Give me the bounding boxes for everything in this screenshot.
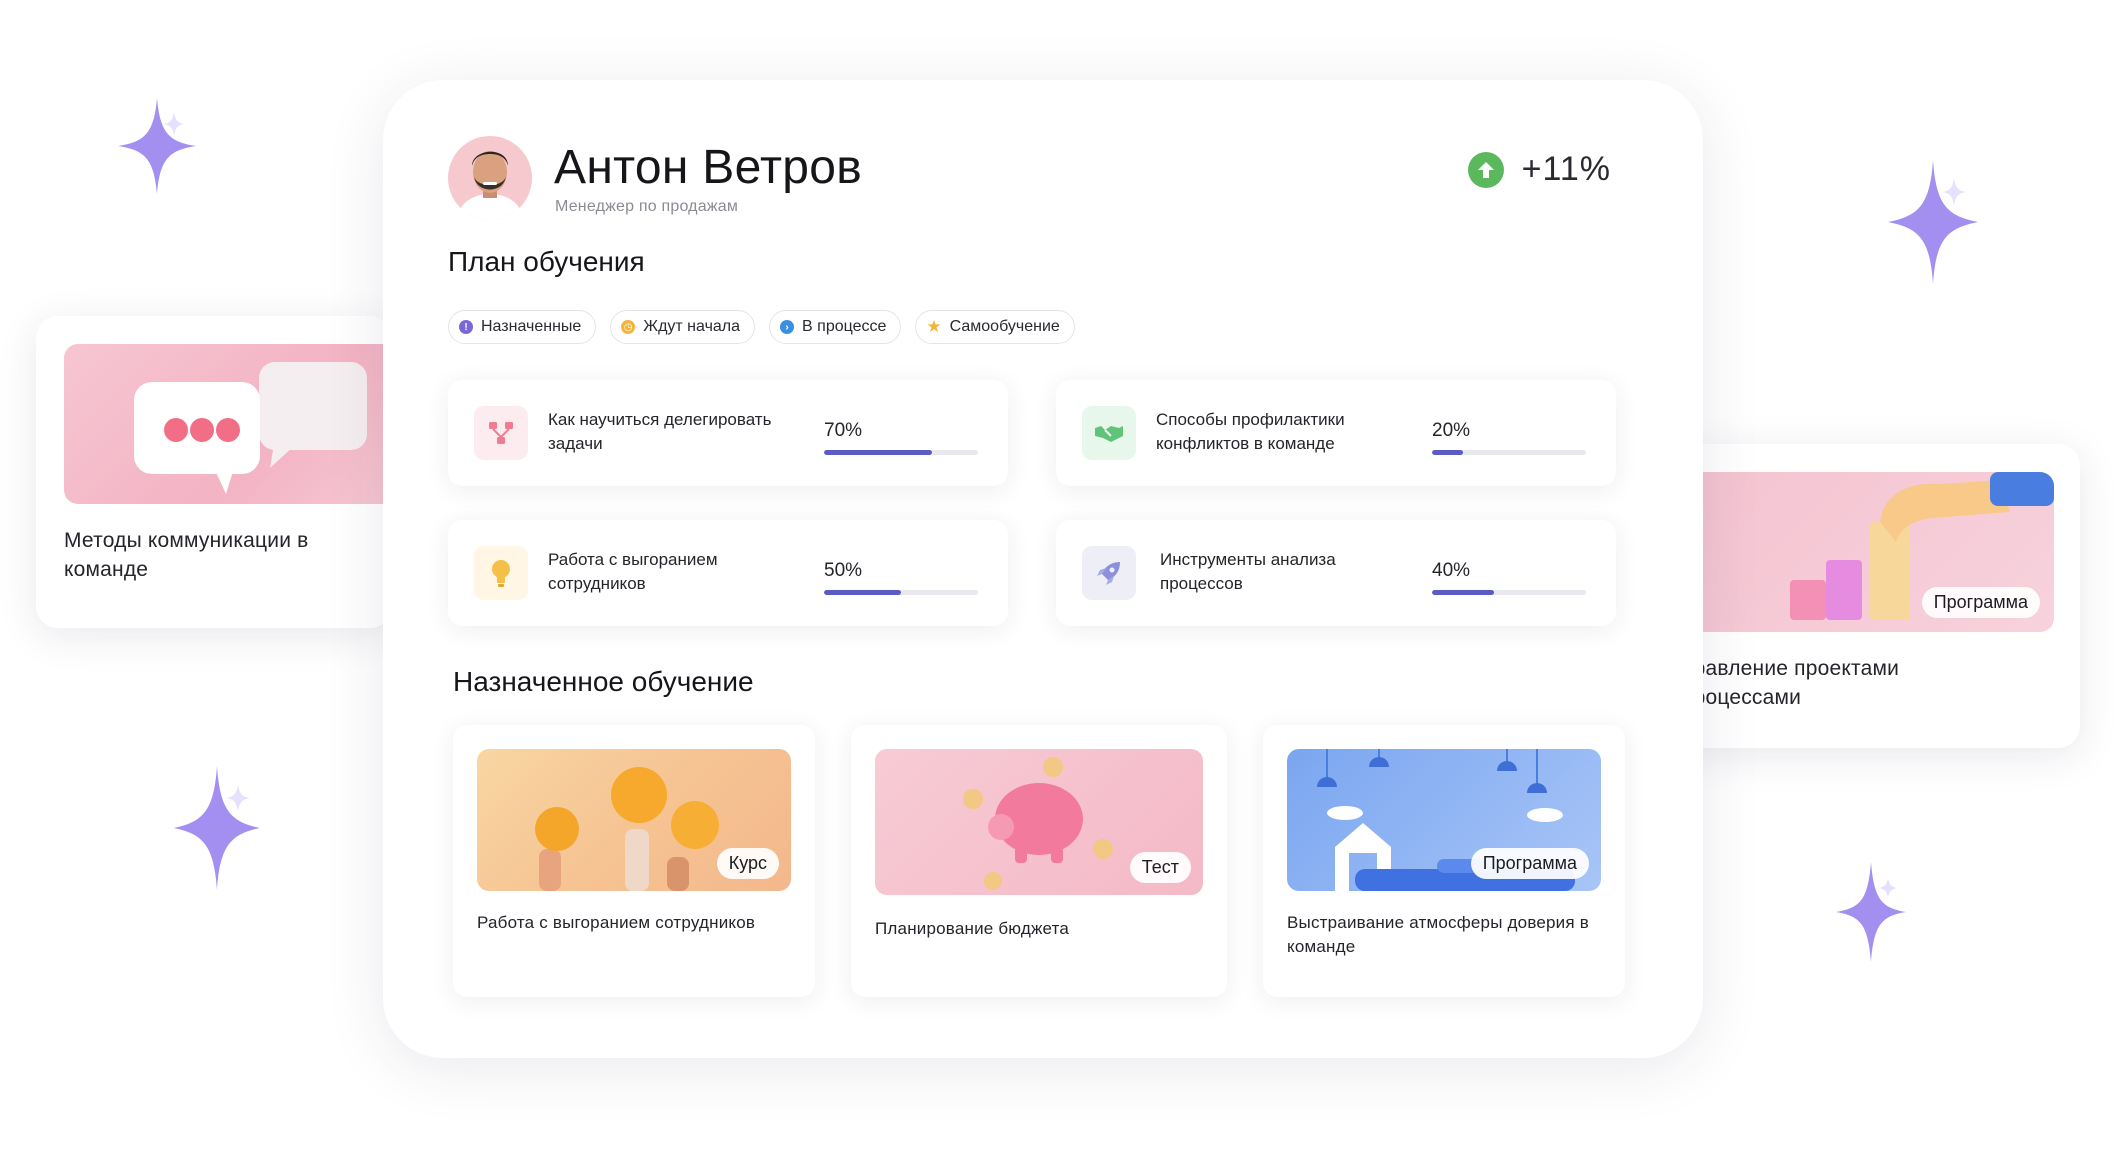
progress-percent: 20%: [1432, 420, 1471, 441]
info-icon: !: [459, 320, 473, 334]
star-icon: ★: [926, 317, 942, 336]
sparkle-icon: [1836, 862, 1906, 962]
course-image: Курс: [477, 749, 791, 891]
course-title: Выстраивание атмосферы доверия в команде: [1287, 913, 1589, 956]
training-title: Способы профилактики конфликтов в команд…: [1156, 410, 1345, 453]
play-icon: ›: [780, 320, 795, 334]
course-image: [64, 344, 392, 504]
avatar: [448, 136, 532, 220]
assigned-course-card[interactable]: Тест Планирование бюджета: [851, 725, 1227, 997]
training-progress-card[interactable]: Способы профилактики конфликтов в команд…: [1056, 380, 1616, 486]
filter-chip-in-progress[interactable]: › В процессе: [769, 310, 902, 344]
sparkle-icon: [174, 766, 260, 890]
growth-value: +11%: [1521, 150, 1611, 188]
filter-chip-self-study[interactable]: ★ Самообучение: [915, 310, 1075, 344]
training-progress-card[interactable]: Как научиться делегировать задачи 70%: [448, 380, 1008, 486]
course-type-badge: Курс: [716, 848, 779, 879]
sparkle-icon: [1888, 160, 1978, 284]
chip-label: Ждут начала: [643, 318, 741, 335]
training-title: Работа с выгоранием сотрудников: [548, 550, 718, 593]
course-title: Методы коммуникации в команде: [64, 529, 309, 581]
progress-percent: 50%: [824, 560, 863, 581]
hierarchy-icon: [474, 406, 528, 460]
training-title: Как научиться делегировать задачи: [548, 410, 772, 453]
growth-indicator: +11%: [1467, 150, 1611, 189]
assigned-course-card[interactable]: Курс Работа с выгоранием сотрудников: [453, 725, 815, 997]
user-role: Менеджер по продажам: [555, 198, 739, 215]
course-type-badge: Программа: [1470, 848, 1589, 879]
section-title-plan: План обучения: [448, 246, 645, 277]
training-progress-card[interactable]: Работа с выгоранием сотрудников 50%: [448, 520, 1008, 626]
course-title: правление проектами процессами: [1682, 657, 1900, 709]
progress-percent: 70%: [824, 420, 863, 441]
progress-bar: [1432, 450, 1586, 455]
filter-chip-pending[interactable]: ◷ Ждут начала: [610, 310, 756, 344]
course-image: Программа: [1680, 472, 2054, 632]
course-image: Программа: [1287, 749, 1601, 891]
sparkle-icon: [118, 98, 196, 194]
filter-chip-assigned[interactable]: ! Назначенные: [448, 310, 597, 344]
course-image: Тест: [875, 749, 1203, 895]
assigned-course-card[interactable]: Программа Выстраивание атмосферы доверия…: [1263, 725, 1625, 997]
side-course-card-left[interactable]: Методы коммуникации в команде: [36, 316, 392, 628]
clock-icon: ◷: [621, 320, 636, 334]
progress-bar: [824, 590, 978, 595]
section-title-assigned: Назначенное обучение: [453, 666, 754, 697]
progress-percent: 40%: [1432, 560, 1471, 581]
course-title: Планирование бюджета: [875, 919, 1070, 938]
arrow-up-icon: [1467, 151, 1504, 188]
rocket-icon: [1082, 546, 1136, 600]
training-progress-card[interactable]: Инструменты анализа процессов 40%: [1056, 520, 1616, 626]
chip-label: В процессе: [802, 318, 887, 335]
handshake-icon: [1082, 406, 1136, 460]
chip-label: Самообучение: [949, 318, 1060, 335]
training-title: Инструменты анализа процессов: [1160, 550, 1336, 593]
user-name: Антон Ветров: [554, 141, 863, 194]
course-type-badge: Программа: [1921, 587, 2040, 618]
progress-bar: [1432, 590, 1586, 595]
progress-bar: [824, 450, 978, 455]
course-title: Работа с выгоранием сотрудников: [477, 913, 756, 932]
chip-label: Назначенные: [481, 318, 582, 335]
course-type-badge: Тест: [1129, 852, 1191, 883]
lightbulb-icon: [474, 546, 528, 600]
filter-chips: ! Назначенные ◷ Ждут начала › В процессе…: [448, 310, 1075, 344]
side-course-card-right[interactable]: Программа правление проектами процессами: [1680, 444, 2080, 748]
employee-training-panel: Антон Ветров Менеджер по продажам +11% П…: [383, 80, 1703, 1058]
